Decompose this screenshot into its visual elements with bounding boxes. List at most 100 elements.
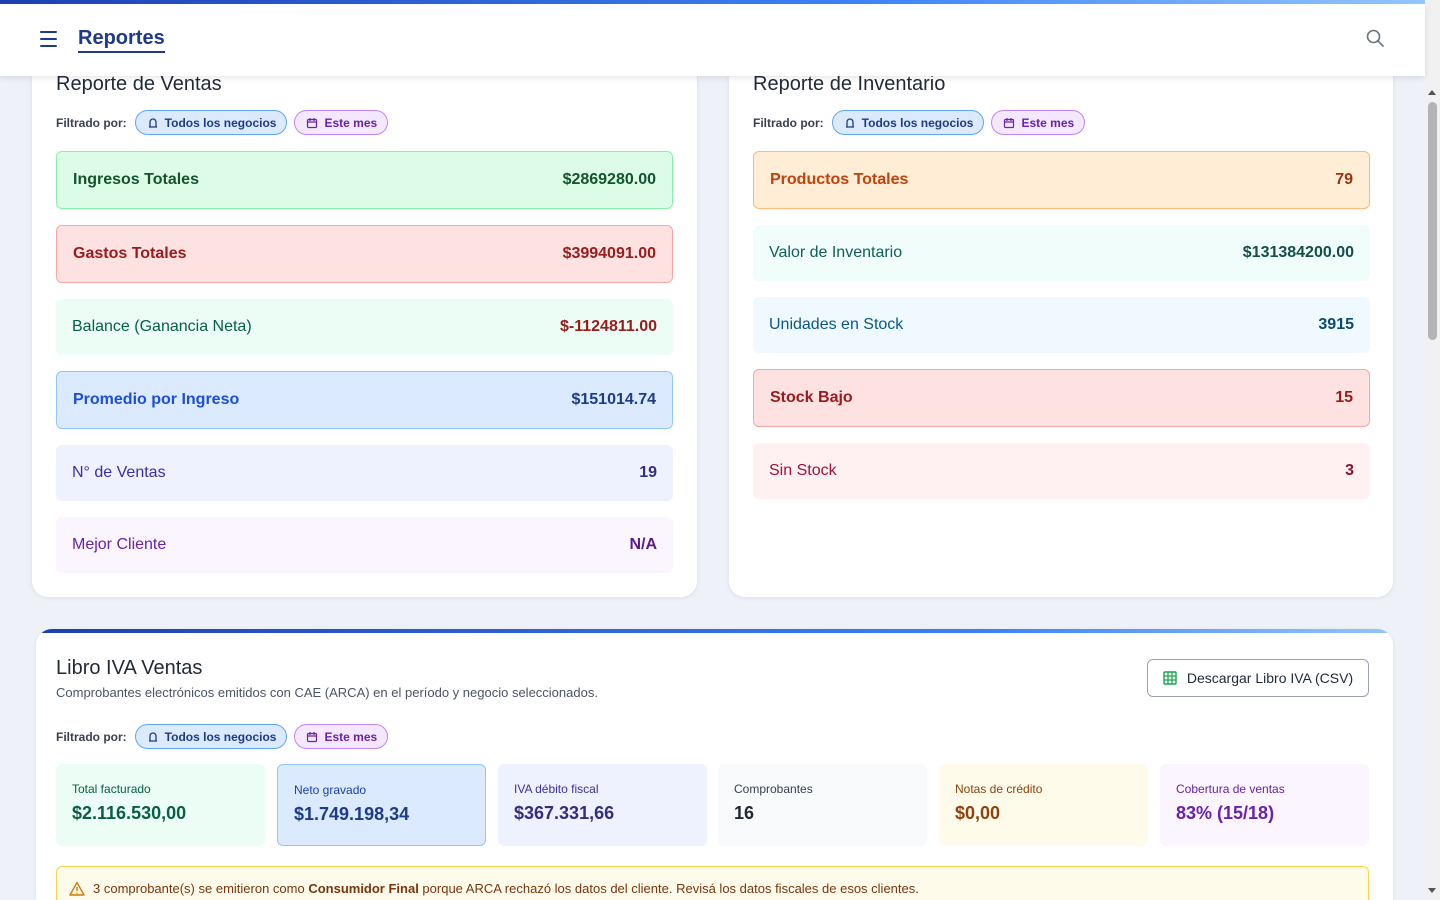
- stat-value: $2869280.00: [562, 171, 656, 188]
- stat-label: Mejor Cliente: [72, 536, 167, 553]
- scroll-down-arrow-icon[interactable]: [1428, 888, 1436, 893]
- stat-value: 15: [1335, 389, 1353, 406]
- stat-label: Gastos Totales: [73, 245, 187, 262]
- stat-sin-stock: Sin Stock 3: [753, 443, 1370, 499]
- date-filter-chip[interactable]: Este mes: [294, 724, 389, 749]
- iva-neto-gravado: Neto gravado $1.749.198,34: [277, 764, 486, 846]
- inventory-report-title: Reporte de Inventario: [753, 73, 946, 95]
- stat-ingresos-totales: Ingresos Totales $2869280.00: [56, 151, 673, 209]
- iva-box-label: IVA débito fiscal: [514, 782, 599, 796]
- sales-report-card: Reporte de Ventas Filtrado por: Todos lo…: [32, 40, 697, 597]
- stat-value: 19: [639, 464, 657, 481]
- stat-value: 79: [1335, 171, 1353, 188]
- stat-promedio-ingreso: Promedio por Ingreso $151014.74: [56, 371, 673, 429]
- card-accent-bar: [36, 629, 1393, 633]
- stat-label: Stock Bajo: [770, 389, 853, 406]
- business-filter-label: Todos los negocios: [861, 115, 974, 130]
- app-header: Reportes: [0, 4, 1425, 76]
- stat-balance: Balance (Ganancia Neta) $-1124811.00: [56, 299, 673, 355]
- iva-box-label: Cobertura de ventas: [1176, 782, 1285, 796]
- business-filter-chip[interactable]: Todos los negocios: [831, 110, 985, 135]
- download-csv-label: Descargar Libro IVA (CSV): [1186, 670, 1354, 686]
- iva-comprobantes: Comprobantes 16: [718, 764, 927, 846]
- filter-label: Filtrado por:: [56, 115, 127, 130]
- business-filter-label: Todos los negocios: [164, 115, 277, 130]
- hamburger-menu-icon[interactable]: [40, 31, 57, 47]
- vertical-scrollbar[interactable]: [1425, 0, 1440, 900]
- consumidor-final-warning: 3 comprobante(s) se emitieron como Consu…: [56, 866, 1369, 900]
- stat-value: $3994091.00: [562, 245, 656, 262]
- scroll-up-arrow-icon[interactable]: [1428, 90, 1436, 95]
- iva-filter-row: Filtrado por: Todos los negocios Este me…: [56, 724, 389, 749]
- stat-unidades-stock: Unidades en Stock 3915: [753, 297, 1370, 353]
- sales-filter-row: Filtrado por: Todos los negocios Este me…: [56, 110, 389, 135]
- search-icon[interactable]: [1365, 28, 1385, 48]
- stat-stock-bajo: Stock Bajo 15: [753, 369, 1370, 427]
- warning-text: 3 comprobante(s) se emitieron como Consu…: [93, 881, 919, 896]
- iva-total-facturado: Total facturado $2.116.530,00: [56, 764, 265, 846]
- inventory-report-card: Reporte de Inventario Filtrado por: Todo…: [729, 40, 1393, 597]
- inventory-filter-row: Filtrado por: Todos los negocios Este me…: [753, 110, 1086, 135]
- scrollbar-thumb[interactable]: [1428, 102, 1437, 340]
- iva-box-label: Comprobantes: [734, 782, 813, 796]
- page-title: Reportes: [78, 26, 165, 53]
- warning-text-bold: Consumidor Final: [308, 881, 419, 896]
- libro-iva-card: Libro IVA Ventas Comprobantes electrónic…: [36, 629, 1393, 900]
- stat-mejor-cliente: Mejor Cliente N/A: [56, 517, 673, 573]
- store-icon: [148, 731, 157, 742]
- sales-report-title: Reporte de Ventas: [56, 73, 222, 95]
- iva-box-value: $367.331,66: [514, 803, 615, 823]
- stat-label: Valor de Inventario: [769, 244, 903, 261]
- filter-label: Filtrado por:: [753, 115, 824, 130]
- iva-cobertura-ventas: Cobertura de ventas 83% (15/18): [1160, 764, 1369, 846]
- stat-value: $131384200.00: [1242, 244, 1354, 261]
- warning-icon: [69, 881, 85, 896]
- date-filter-label: Este mes: [1021, 115, 1075, 130]
- iva-box-label: Total facturado: [72, 782, 151, 796]
- iva-notas-credito: Notas de crédito $0,00: [939, 764, 1148, 846]
- stat-label: Sin Stock: [769, 462, 837, 479]
- iva-box-value: 83% (15/18): [1176, 803, 1275, 823]
- calendar-icon: [1004, 117, 1015, 128]
- store-icon: [148, 117, 157, 128]
- stat-value: 3: [1345, 462, 1354, 479]
- stat-value: N/A: [629, 536, 657, 553]
- stat-label: Promedio por Ingreso: [73, 391, 240, 408]
- calendar-icon: [307, 117, 318, 128]
- date-filter-chip[interactable]: Este mes: [294, 110, 389, 135]
- business-filter-chip[interactable]: Todos los negocios: [134, 724, 288, 749]
- stat-value: $-1124811.00: [560, 318, 657, 335]
- business-filter-label: Todos los negocios: [164, 729, 277, 744]
- stat-label: Productos Totales: [770, 171, 909, 188]
- stat-value: $151014.74: [571, 391, 656, 408]
- top-accent-line: [0, 0, 1425, 4]
- iva-box-value: 16: [734, 803, 755, 823]
- date-filter-label: Este mes: [324, 729, 378, 744]
- stat-numero-ventas: N° de Ventas 19: [56, 445, 673, 501]
- stat-label: Balance (Ganancia Neta): [72, 318, 252, 335]
- main-content: Reporte de Ventas Filtrado por: Todos lo…: [0, 0, 1425, 900]
- stat-label: N° de Ventas: [72, 464, 166, 481]
- stat-gastos-totales: Gastos Totales $3994091.00: [56, 225, 673, 283]
- iva-box-label: Neto gravado: [294, 783, 367, 797]
- stat-value: 3915: [1318, 316, 1354, 333]
- iva-box-value: $1.749.198,34: [294, 804, 410, 824]
- stat-productos-totales: Productos Totales 79: [753, 151, 1370, 209]
- download-csv-button[interactable]: Descargar Libro IVA (CSV): [1147, 659, 1369, 697]
- iva-box-value: $0,00: [955, 803, 1001, 823]
- stat-valor-inventario: Valor de Inventario $131384200.00: [753, 225, 1370, 281]
- spreadsheet-icon: [1163, 671, 1177, 685]
- iva-debito-fiscal: IVA débito fiscal $367.331,66: [498, 764, 707, 846]
- iva-box-label: Notas de crédito: [955, 782, 1043, 796]
- stat-label: Unidades en Stock: [769, 316, 904, 333]
- calendar-icon: [307, 731, 318, 742]
- libro-iva-title: Libro IVA Ventas: [56, 657, 203, 679]
- date-filter-chip[interactable]: Este mes: [991, 110, 1086, 135]
- stat-label: Ingresos Totales: [73, 171, 199, 188]
- libro-iva-subtitle: Comprobantes electrónicos emitidos con C…: [56, 685, 598, 700]
- business-filter-chip[interactable]: Todos los negocios: [134, 110, 288, 135]
- filter-label: Filtrado por:: [56, 729, 127, 744]
- store-icon: [845, 117, 854, 128]
- iva-box-value: $2.116.530,00: [72, 803, 187, 823]
- date-filter-label: Este mes: [324, 115, 378, 130]
